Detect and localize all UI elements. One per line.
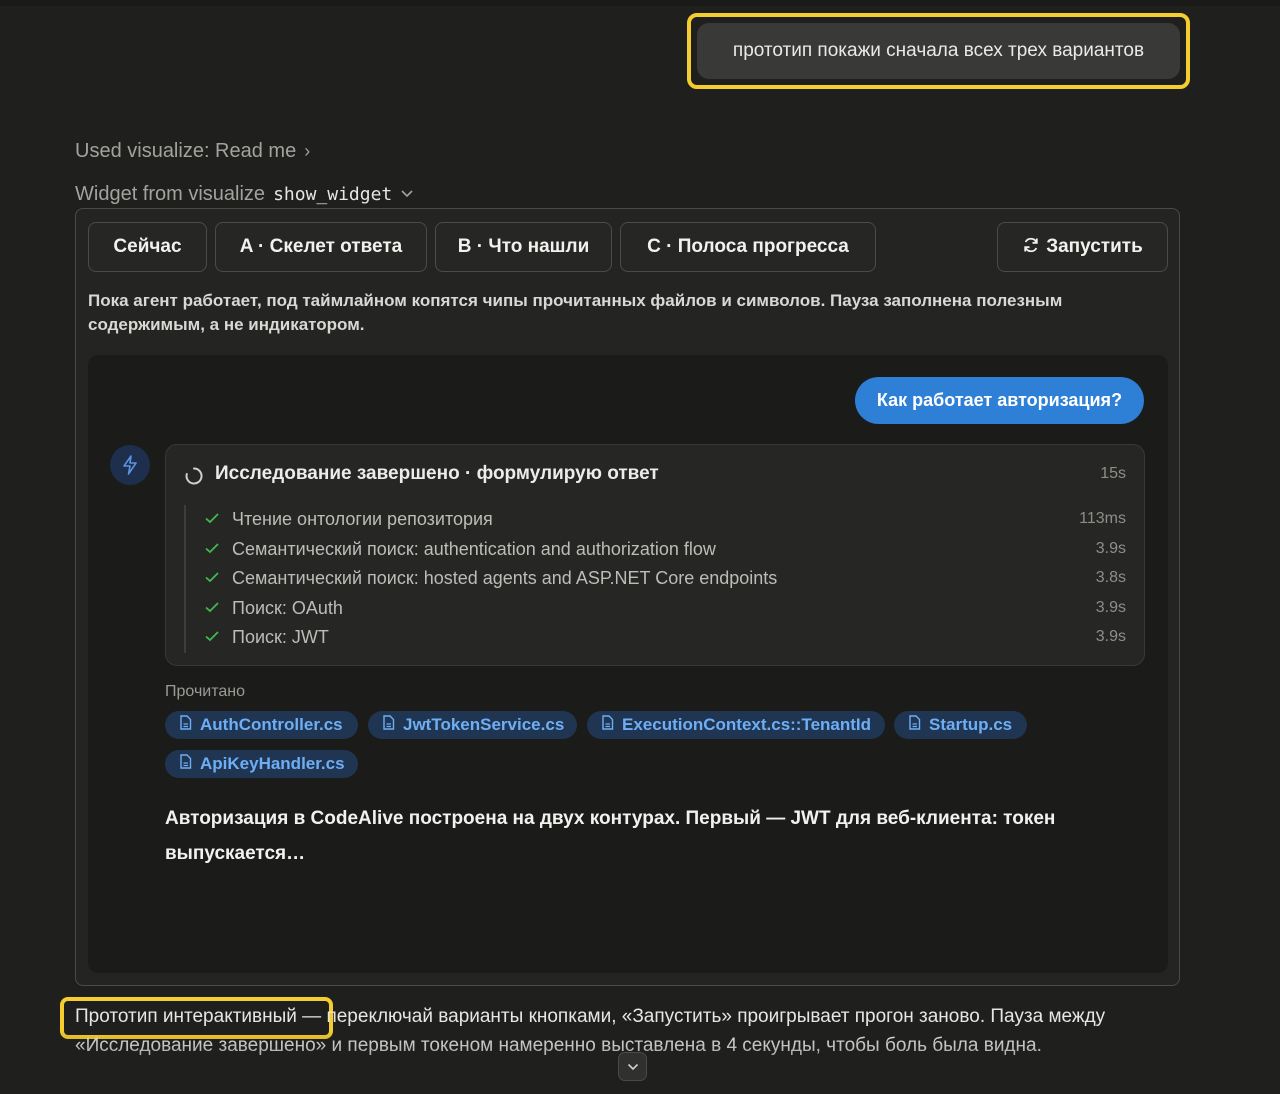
step-text: Чтение онтологии репозитория: [232, 509, 493, 529]
chat-page: прототип покажи сначала всех трех вариан…: [0, 0, 1280, 1094]
research-step: Чтение онтологии репозитория 113ms: [186, 505, 1126, 535]
assistant-message-highlight: Прототип интерактивный: [75, 1006, 297, 1027]
chat-preview: Как работает авторизация? Исследование з…: [88, 355, 1168, 973]
file-chip[interactable]: ExecutionContext.cs::TenantId: [587, 711, 885, 739]
tab-variant-c[interactable]: C · Полоса прогресса: [620, 222, 876, 272]
file-chip-label: ApiKeyHandler.cs: [200, 754, 345, 773]
check-icon: [204, 600, 220, 619]
file-chip[interactable]: Startup.cs: [894, 711, 1027, 739]
file-icon: [908, 715, 921, 735]
widget-header-prefix: Widget from visualize: [75, 182, 266, 205]
top-edge: [0, 0, 1280, 6]
research-step: Поиск: OAuth 3.9s: [186, 594, 1126, 624]
file-chip[interactable]: AuthController.cs: [165, 711, 358, 739]
user-message-highlight: прототип покажи сначала всех трех вариан…: [687, 13, 1190, 89]
check-icon: [204, 541, 220, 560]
step-text: Поиск: JWT: [232, 627, 329, 647]
file-icon: [601, 715, 614, 735]
widget-frame: Сейчас A · Скелет ответа B · Что нашли C…: [75, 208, 1180, 986]
widget-header-toggle[interactable]: Widget from visualize show_widget: [75, 181, 414, 207]
scroll-down-button[interactable]: [618, 1052, 647, 1081]
file-icon: [179, 754, 192, 774]
tab-now[interactable]: Сейчас: [88, 222, 207, 272]
tab-variant-a[interactable]: A · Скелет ответа: [215, 222, 427, 272]
step-text: Поиск: OAuth: [232, 597, 343, 618]
file-chip[interactable]: JwtTokenService.cs: [368, 711, 577, 739]
answer-text: Авторизация в CodeAlive построена на дву…: [165, 808, 1056, 864]
assistant-message: Прототип интерактивный — переключай вари…: [75, 1002, 1155, 1060]
chevron-right-icon: ›: [304, 140, 311, 161]
bolt-icon: [110, 445, 150, 485]
file-icon: [179, 715, 192, 735]
research-panel: Исследование завершено · формулирую отве…: [165, 444, 1145, 666]
research-steps: Чтение онтологии репозитория 113ms Семан…: [184, 505, 1126, 653]
step-text: Семантический поиск: authentication and …: [232, 538, 716, 559]
chevron-down-icon: [627, 1058, 639, 1076]
research-step: Семантический поиск: hosted agents and A…: [186, 564, 1126, 594]
file-chip-label: JwtTokenService.cs: [403, 715, 565, 734]
file-chip[interactable]: ApiKeyHandler.cs: [165, 750, 358, 778]
step-duration: 113ms: [1079, 510, 1126, 527]
question-bubble: Как работает авторизация?: [855, 377, 1144, 424]
step-duration: 3.9s: [1095, 598, 1126, 616]
file-chip-label: ExecutionContext.cs::TenantId: [622, 715, 872, 734]
run-button[interactable]: Запустить: [997, 222, 1168, 272]
refresh-icon: [1022, 236, 1040, 259]
tool-used-label: Used visualize: Read me: [75, 139, 297, 162]
step-duration: 3.9s: [1095, 628, 1126, 645]
tool-used-toggle[interactable]: Used visualize: Read me ›: [75, 138, 310, 164]
tab-variant-b[interactable]: B · Что нашли: [435, 222, 612, 272]
step-text: Семантический поиск: hosted agents and A…: [232, 568, 778, 588]
variant-description: Пока агент работает, под таймлайном копя…: [88, 291, 1063, 334]
file-icon: [382, 715, 395, 735]
run-button-label: Запустить: [1046, 236, 1143, 257]
variant-tabbar: Сейчас A · Скелет ответа B · Что нашли C…: [88, 222, 1168, 272]
check-icon: [204, 570, 220, 589]
check-icon: [204, 511, 220, 530]
widget-header-code: show_widget: [273, 183, 393, 205]
user-message: прототип покажи сначала всех трех вариан…: [697, 23, 1180, 79]
research-step: Семантический поиск: authentication and …: [186, 535, 1126, 565]
step-duration: 3.8s: [1095, 569, 1126, 586]
step-duration: 3.9s: [1095, 539, 1126, 557]
file-chip-label: AuthController.cs: [200, 715, 343, 734]
research-title: Исследование завершено · формулирую отве…: [215, 463, 659, 484]
spinner-icon: [184, 466, 204, 491]
file-chip-label: Startup.cs: [929, 715, 1013, 734]
check-icon: [204, 629, 220, 648]
research-time: 15s: [1100, 465, 1126, 482]
research-step: Поиск: JWT 3.9s: [186, 623, 1126, 653]
read-files-label: Прочитано: [165, 683, 245, 700]
research-header: Исследование завершено · формулирую отве…: [184, 463, 1126, 489]
chevron-down-icon: [400, 186, 414, 202]
